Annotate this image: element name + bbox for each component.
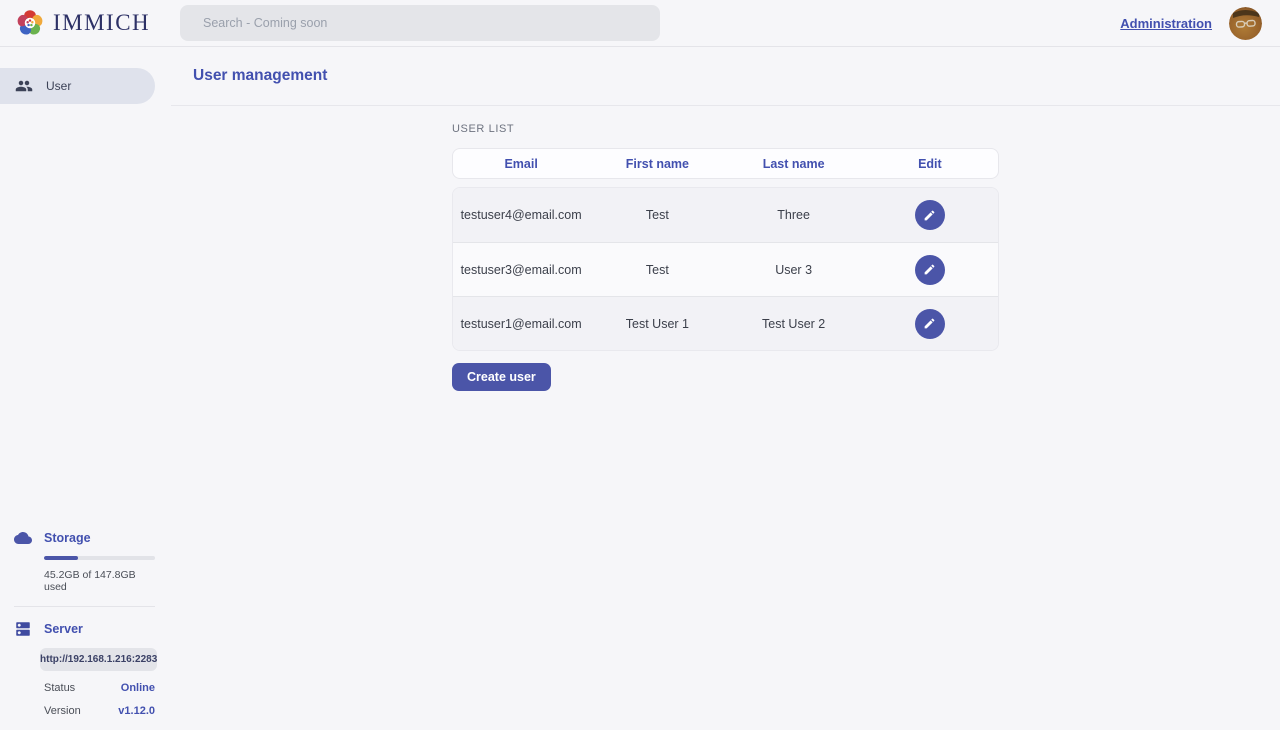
- column-header-first-name: First name: [589, 157, 725, 171]
- storage-progress-bar: [44, 556, 155, 560]
- storage-progress-fill: [44, 556, 78, 560]
- sidebar-divider: [14, 606, 155, 607]
- edit-user-button[interactable]: [915, 309, 945, 339]
- cell-first-name: Test User 1: [589, 317, 725, 331]
- column-header-edit: Edit: [862, 157, 998, 171]
- user-table: testuser4@email.comTestThreetestuser3@em…: [452, 187, 999, 351]
- column-header-last-name: Last name: [726, 157, 862, 171]
- avatar-photo: [1229, 7, 1262, 40]
- cell-email: testuser4@email.com: [453, 208, 589, 222]
- app-title: IMMICH: [53, 10, 150, 36]
- app-body: User Storage 45.2GB of 147.8: [0, 47, 1280, 730]
- version-value: v1.12.0: [118, 705, 155, 717]
- edit-user-button[interactable]: [915, 200, 945, 230]
- cell-edit: [862, 200, 998, 230]
- content-area: USER LIST EmailFirst nameLast nameEdit t…: [171, 106, 1280, 391]
- column-header-email: Email: [453, 157, 589, 171]
- immich-app: IMMICH Search - Coming soon Administrati…: [0, 0, 1280, 730]
- cell-last-name: User 3: [726, 263, 862, 277]
- section-label: USER LIST: [452, 123, 999, 135]
- cell-email: testuser3@email.com: [453, 263, 589, 277]
- version-label: Version: [44, 705, 81, 717]
- server-version-row: Version v1.12.0: [44, 705, 155, 717]
- cell-last-name: Test User 2: [726, 317, 862, 331]
- app-logo[interactable]: IMMICH: [0, 8, 150, 38]
- table-row: testuser3@email.comTestUser 3: [453, 242, 998, 296]
- immich-flower-icon: [15, 8, 45, 38]
- search-bar[interactable]: Search - Coming soon: [180, 5, 660, 41]
- table-row: testuser1@email.comTest User 1Test User …: [453, 296, 998, 350]
- administration-link[interactable]: Administration: [1120, 16, 1212, 31]
- cell-first-name: Test: [589, 208, 725, 222]
- user-list-section: USER LIST EmailFirst nameLast nameEdit t…: [452, 123, 999, 391]
- cell-edit: [862, 255, 998, 285]
- server-title: Server: [44, 622, 83, 636]
- storage-title: Storage: [44, 531, 91, 545]
- sidebar-item-label: User: [46, 79, 71, 93]
- page-title: User management: [193, 67, 327, 85]
- search-placeholder: Search - Coming soon: [203, 16, 327, 30]
- table-header: EmailFirst nameLast nameEdit: [452, 148, 999, 179]
- main-content: User management USER LIST EmailFirst nam…: [171, 47, 1280, 730]
- server-status-row: Status Online: [44, 682, 155, 694]
- sidebar-footer: Storage 45.2GB of 147.8GB used: [0, 529, 171, 730]
- storage-panel: Storage 45.2GB of 147.8GB used: [14, 529, 155, 593]
- pencil-icon: [923, 317, 936, 330]
- pencil-icon: [923, 209, 936, 222]
- pencil-icon: [923, 263, 936, 276]
- sidebar: User Storage 45.2GB of 147.8: [0, 47, 171, 730]
- table-row: testuser4@email.comTestThree: [453, 188, 998, 242]
- create-user-button[interactable]: Create user: [452, 363, 551, 391]
- app-header: IMMICH Search - Coming soon Administrati…: [0, 0, 1280, 47]
- sidebar-item-user[interactable]: User: [0, 68, 155, 104]
- server-url-chip: http://192.168.1.216:2283: [40, 648, 157, 671]
- storage-usage-text: 45.2GB of 147.8GB used: [44, 569, 155, 593]
- cell-email: testuser1@email.com: [453, 317, 589, 331]
- page-title-bar: User management: [171, 47, 1280, 106]
- cell-last-name: Three: [726, 208, 862, 222]
- users-icon: [15, 77, 33, 95]
- server-panel: Server http://192.168.1.216:2283 Status …: [14, 620, 155, 717]
- status-value: Online: [121, 682, 155, 694]
- header-right: Administration: [1120, 7, 1280, 40]
- cell-edit: [862, 309, 998, 339]
- edit-user-button[interactable]: [915, 255, 945, 285]
- server-icon: [14, 620, 32, 638]
- cell-first-name: Test: [589, 263, 725, 277]
- user-avatar[interactable]: [1229, 7, 1262, 40]
- status-label: Status: [44, 682, 75, 694]
- cloud-icon: [14, 529, 32, 547]
